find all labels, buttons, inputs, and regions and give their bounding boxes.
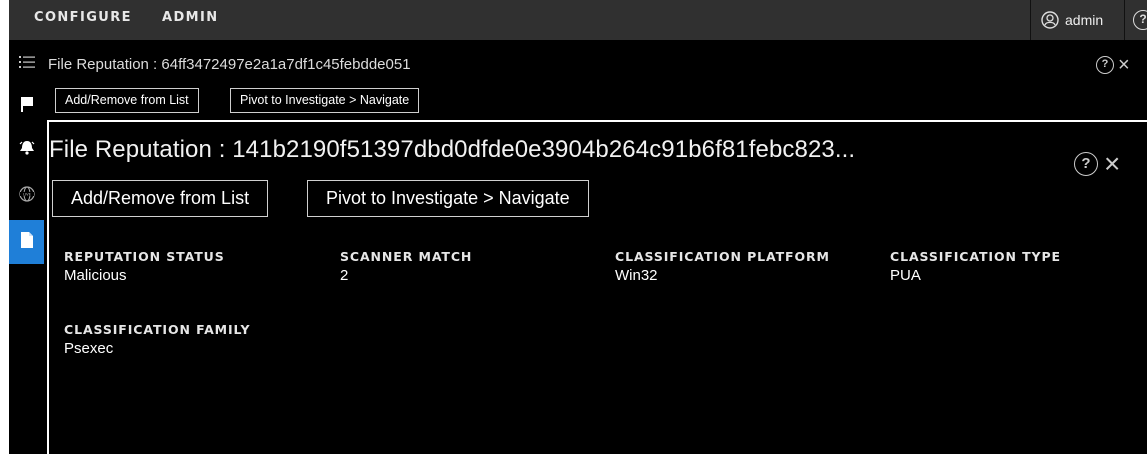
sidebar-item-file-reputation[interactable] xyxy=(9,220,44,264)
front-file-reputation-panel: File Reputation : 141b2190f51397dbd0dfde… xyxy=(47,120,1147,454)
help-icon[interactable]: ? xyxy=(1133,10,1147,30)
help-icon[interactable]: ? xyxy=(1096,56,1114,74)
nav-configure[interactable]: CONFIGURE xyxy=(34,10,132,25)
help-icon[interactable]: ? xyxy=(1074,152,1098,176)
user-name: admin xyxy=(1065,12,1104,28)
field-value: PUA xyxy=(890,267,921,284)
user-icon xyxy=(1041,11,1059,29)
sidebar-item-list[interactable] xyxy=(9,46,44,82)
sidebar-item-incidents[interactable] xyxy=(9,88,44,124)
live-globe-icon: LIVE xyxy=(18,185,35,207)
front-panel-controls: ? × xyxy=(1074,150,1120,178)
field-label: REPUTATION STATUS xyxy=(64,249,225,264)
nav-divider xyxy=(1124,0,1125,40)
user-menu[interactable]: admin xyxy=(1041,8,1103,32)
page-left-edge xyxy=(0,0,9,454)
sidebar: LIVE xyxy=(9,40,44,454)
pivot-investigate-button[interactable]: Pivot to Investigate > Navigate xyxy=(307,180,589,217)
top-nav-bar: CONFIGURE ADMIN admin ? xyxy=(0,0,1147,40)
reputation-status-field: REPUTATION STATUS Malicious xyxy=(64,249,225,284)
close-icon[interactable]: × xyxy=(1104,150,1120,178)
field-label: CLASSIFICATION TYPE xyxy=(890,249,1061,264)
nav-admin[interactable]: ADMIN xyxy=(162,10,219,25)
field-label: CLASSIFICATION FAMILY xyxy=(64,322,251,337)
sidebar-item-alerts[interactable] xyxy=(9,131,44,167)
list-icon xyxy=(18,55,35,74)
front-panel-title: File Reputation : 141b2190f51397dbd0dfde… xyxy=(49,136,856,163)
add-remove-list-button[interactable]: Add/Remove from List xyxy=(52,180,269,217)
sidebar-item-live[interactable]: LIVE xyxy=(9,178,44,214)
field-value: 2 xyxy=(340,267,349,284)
svg-text:LIVE: LIVE xyxy=(23,192,32,196)
field-value: Win32 xyxy=(615,267,658,284)
classification-family-field: CLASSIFICATION FAMILY Psexec xyxy=(64,322,250,357)
classification-type-field: CLASSIFICATION TYPE PUA xyxy=(890,249,1061,284)
nav-divider xyxy=(1030,0,1031,40)
field-value: Psexec xyxy=(64,340,114,357)
flag-icon xyxy=(20,96,34,117)
scanner-match-field: SCANNER MATCH 2 xyxy=(340,249,472,284)
file-icon xyxy=(20,231,34,254)
add-remove-list-button[interactable]: Add/Remove from List xyxy=(55,88,199,113)
alarm-icon xyxy=(19,139,35,160)
field-label: SCANNER MATCH xyxy=(340,249,473,264)
back-panel-title: File Reputation : 64ff3472497e2a1a7df1c4… xyxy=(48,56,411,73)
classification-platform-field: CLASSIFICATION PLATFORM Win32 xyxy=(615,249,830,284)
pivot-investigate-button[interactable]: Pivot to Investigate > Navigate xyxy=(230,88,420,113)
field-label: CLASSIFICATION PLATFORM xyxy=(615,249,830,264)
close-icon[interactable]: × xyxy=(1118,55,1130,75)
back-panel-controls: ? × xyxy=(1096,55,1130,75)
field-value: Malicious xyxy=(64,267,127,284)
